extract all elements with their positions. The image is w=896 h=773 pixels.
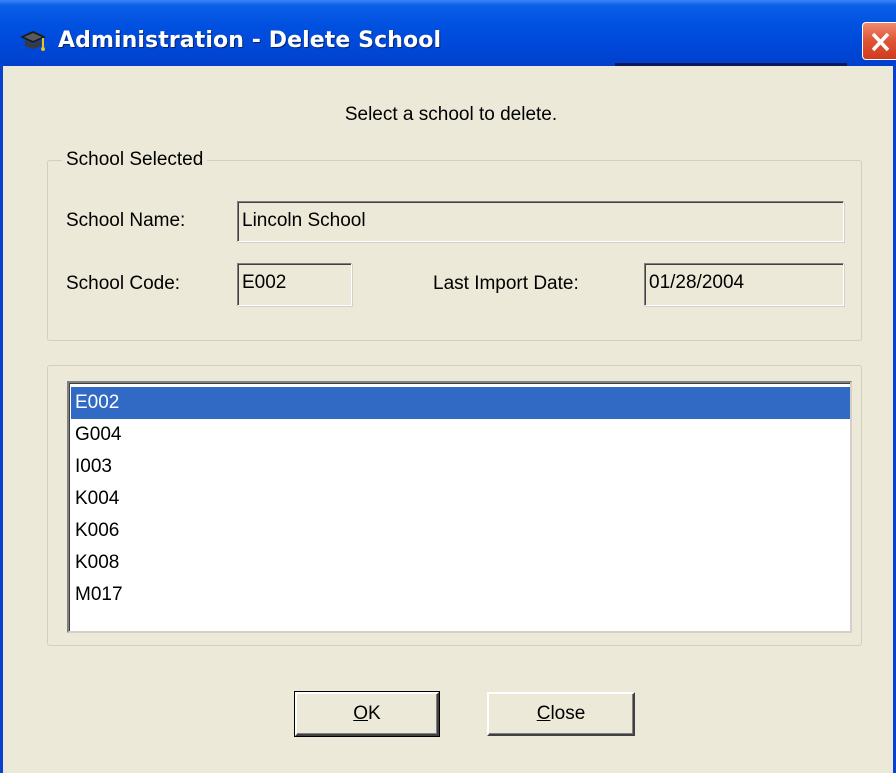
title-bar-divider — [615, 63, 847, 66]
school-list-item[interactable]: E002 — [71, 387, 850, 419]
school-list-item[interactable]: K008 — [71, 547, 850, 579]
close-window-button[interactable] — [862, 22, 896, 60]
school-code-label: School Code: — [66, 273, 181, 294]
close-mnemonic: C — [536, 703, 551, 724]
close-label: lose — [550, 703, 586, 724]
school-list-items: E002 G004 I003 K004 K006 K008 M017 — [69, 383, 850, 611]
school-list-item[interactable]: K006 — [71, 515, 850, 547]
school-list[interactable]: E002 G004 I003 K004 K006 K008 M017 — [67, 381, 852, 633]
last-import-date-label: Last Import Date: — [433, 273, 579, 294]
graduation-cap-icon — [19, 28, 47, 54]
school-code-field: E002 — [237, 263, 352, 306]
school-list-item[interactable]: G004 — [71, 419, 850, 451]
ok-mnemonic: O — [353, 703, 369, 724]
school-selected-group — [47, 160, 862, 341]
school-list-item[interactable]: M017 — [71, 579, 850, 611]
last-import-date-field: 01/28/2004 — [644, 263, 844, 306]
school-list-item[interactable]: K004 — [71, 483, 850, 515]
ok-button[interactable]: OK — [294, 691, 440, 737]
school-list-item[interactable]: I003 — [71, 451, 850, 483]
school-name-label: School Name: — [66, 210, 186, 231]
ok-label: K — [368, 703, 381, 724]
title-bar[interactable]: Administration - Delete School — [0, 0, 896, 66]
close-button[interactable]: Close — [487, 692, 635, 736]
school-selected-legend: School Selected — [62, 148, 208, 172]
instruction-text: Select a school to delete. — [344, 104, 558, 125]
school-name-field: Lincoln School — [237, 201, 844, 242]
window-title: Administration - Delete School — [58, 28, 442, 53]
